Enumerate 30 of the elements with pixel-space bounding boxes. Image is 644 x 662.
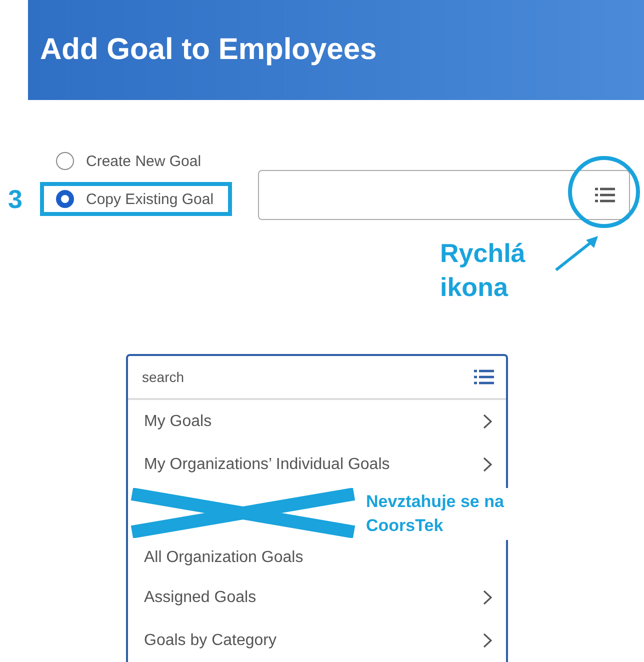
callout-text: Rychlá [440,237,526,270]
radio-label: Create New Goal [86,152,202,170]
radio-option[interactable]: Create New Goal [40,144,220,178]
list-icon[interactable] [474,369,494,385]
note-text: CoorsTek [366,515,444,537]
note-text: Nevztahuje se na [366,491,505,513]
radio-button[interactable] [56,190,74,208]
dropdown-item[interactable]: My Organizations’ Individual Goals [128,443,506,486]
item-label: All Organization Goals [144,549,304,567]
dropdown-item[interactable]: Goals by Category [128,619,506,662]
item-label: Goals by Category [144,632,277,650]
chevron-icon [483,457,492,472]
dropdown-item[interactable]: My Goals [128,400,506,443]
radio-button[interactable] [56,152,74,170]
dropdown-item[interactable]: All Organization Goals [128,540,506,576]
item-label: My Organizations’ Individual Goals [144,456,390,474]
item-label: Assigned Goals [144,588,256,606]
list-icon[interactable] [595,187,615,203]
item-label: My Goals [144,412,212,430]
callout-text: ikona [440,271,508,304]
step-number: 3 [8,184,24,214]
chevron-icon [483,590,492,605]
chevron-icon [483,633,492,648]
dropdown-item[interactable]: Assigned Goals [128,576,506,619]
page-title: Add Goal to Employees [40,33,377,67]
goal-input-field[interactable] [258,170,630,220]
radio-label: Copy Existing Goal [86,190,214,208]
highlight-circle [568,156,640,228]
chevron-icon [483,414,492,429]
radio-option[interactable]: Copy Existing Goal [40,182,232,216]
